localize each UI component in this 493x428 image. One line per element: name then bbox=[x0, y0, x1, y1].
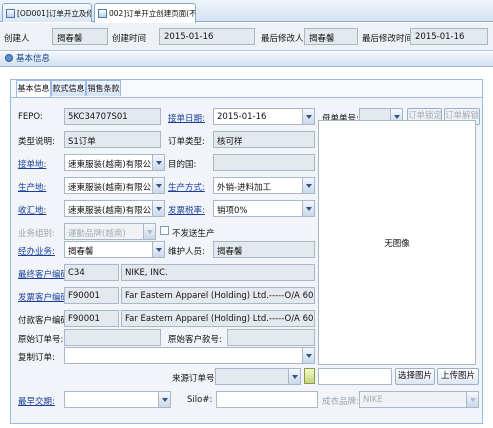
no-production-label: 不发送生产 bbox=[172, 229, 215, 239]
business-value: 運動品牌(越南) bbox=[68, 229, 126, 239]
no-production-checkbox[interactable] bbox=[160, 226, 169, 235]
record-info-header: 创建人 揭春馨 创建时间 2015-01-16 最后修改人 揭春馨 最后修改时间… bbox=[0, 23, 493, 51]
silo-label: Silo#: bbox=[187, 395, 213, 405]
modifier-field: 揭春馨 bbox=[304, 28, 358, 45]
modified-time-field: 2015-01-16 bbox=[410, 28, 488, 45]
prod-method-combo[interactable]: 外销-进料加工 bbox=[213, 177, 315, 194]
brand-label: 成衣品牌: bbox=[322, 397, 359, 407]
business-label: 业务组别: bbox=[18, 229, 55, 239]
chevron-down-icon[interactable] bbox=[288, 369, 300, 384]
type-label: 类型说明: bbox=[18, 137, 55, 147]
select-image-button[interactable]: 选择图片 bbox=[395, 368, 435, 385]
chevron-down-icon[interactable] bbox=[302, 348, 314, 363]
chevron-down-icon[interactable] bbox=[152, 178, 164, 193]
document-icon bbox=[98, 9, 107, 18]
image-preview: 无图像 bbox=[318, 120, 476, 365]
creator-field: 揭春馨 bbox=[52, 28, 108, 45]
chevron-down-icon[interactable] bbox=[143, 224, 155, 239]
receiver-value: 速東服装(越南)有限公司 bbox=[68, 160, 160, 170]
tab-basic-info[interactable]: 基本信息 bbox=[16, 80, 51, 97]
orig-order-label: 原始订单号: bbox=[18, 335, 64, 345]
type-field: S1订单 bbox=[64, 131, 161, 148]
window-tab-bar: [OD001]订单开立及修改 002]订单开立创建页面(不开放用 × bbox=[0, 0, 493, 23]
document-icon bbox=[6, 8, 15, 18]
pay-customer-name: Far Eastern Apparel (Holding) Ltd.-----O… bbox=[121, 310, 315, 327]
window-tab-order-create[interactable]: 002]订单开立创建页面(不开放用 × bbox=[94, 3, 196, 23]
order-date-label[interactable]: 接单日期: bbox=[168, 112, 205, 124]
silo-field[interactable] bbox=[216, 391, 318, 408]
image-path-field[interactable] bbox=[318, 368, 392, 385]
no-image-text: 无图像 bbox=[384, 238, 410, 249]
sales-label[interactable]: 经办业务: bbox=[18, 245, 55, 257]
final-customer-name: NIKE, INC. bbox=[121, 264, 315, 281]
production-label[interactable]: 生产地: bbox=[18, 181, 46, 193]
order-date-value: 2015-01-16 bbox=[217, 112, 267, 122]
invoice-customer-name: Far Eastern Apparel (Holding) Ltd.-----O… bbox=[121, 287, 315, 304]
chevron-down-icon[interactable] bbox=[302, 178, 314, 193]
orig-customer-label: 原始客户款号: bbox=[168, 335, 222, 345]
section-header[interactable]: 基本信息 bbox=[0, 52, 493, 67]
tab-sales-terms[interactable]: 销售条款 bbox=[86, 80, 121, 96]
created-time-field: 2015-01-16 bbox=[159, 28, 255, 45]
earliest-delivery-label[interactable]: 最早交期: bbox=[18, 395, 55, 407]
receiver-label[interactable]: 接单地: bbox=[18, 158, 46, 170]
source-order-label: 来源订单号: bbox=[172, 374, 218, 384]
prod-method-label[interactable]: 生产方式: bbox=[168, 181, 205, 193]
destination-label: 目的国: bbox=[168, 160, 197, 170]
chevron-down-icon[interactable] bbox=[158, 392, 170, 407]
calendar-dropdown-icon[interactable] bbox=[302, 109, 314, 124]
brand-combo[interactable]: NIKE bbox=[359, 391, 479, 408]
source-order-combo[interactable] bbox=[215, 368, 301, 385]
modified-time-label: 最后修改时间 bbox=[362, 34, 414, 44]
tab-style-info[interactable]: 款式信息 bbox=[51, 80, 86, 96]
brand-value: NIKE bbox=[363, 395, 383, 405]
order-type-label: 订单类型: bbox=[168, 137, 205, 147]
maintainer-label: 维护人员: bbox=[168, 247, 205, 257]
orig-order-field bbox=[64, 329, 161, 346]
window-tab-label: [OD001]订单开立及修改 bbox=[17, 8, 91, 18]
chevron-down-icon[interactable] bbox=[152, 155, 164, 170]
receiver-combo[interactable]: 速東服装(越南)有限公司 bbox=[64, 154, 165, 171]
orig-customer-field bbox=[227, 329, 315, 346]
window-tab-order-edit[interactable]: [OD001]订单开立及修改 bbox=[2, 3, 92, 22]
chevron-down-icon[interactable] bbox=[152, 242, 164, 257]
modifier-label: 最后修改人 bbox=[261, 34, 304, 44]
pay-customer-code: F90001 bbox=[64, 310, 119, 327]
sales-combo[interactable]: 揭春馨 bbox=[64, 241, 165, 258]
fepo-field: 5KC34707S01 bbox=[64, 108, 161, 125]
payee-value: 速東服装(越南)有限公司 bbox=[68, 206, 160, 216]
window-tab-label: 002]订单开立创建页面(不开放用 bbox=[109, 9, 196, 18]
copy-order-combo[interactable] bbox=[64, 347, 315, 364]
chevron-down-icon[interactable] bbox=[152, 201, 164, 216]
payee-label[interactable]: 收汇地: bbox=[18, 204, 46, 216]
upload-image-button[interactable]: 上传图片 bbox=[437, 368, 479, 385]
prod-method-value: 外销-进料加工 bbox=[217, 183, 272, 193]
fepo-label: FEPO: bbox=[18, 112, 43, 122]
copy-order-label: 复制订单: bbox=[18, 353, 55, 363]
payee-combo[interactable]: 速東服装(越南)有限公司 bbox=[64, 200, 165, 217]
production-value: 速東服装(越南)有限公司 bbox=[68, 183, 160, 193]
production-combo[interactable]: 速東服装(越南)有限公司 bbox=[64, 177, 165, 194]
tax-label[interactable]: 发票税率: bbox=[168, 204, 205, 216]
maintainer-field: 揭春馨 bbox=[213, 241, 315, 258]
invoice-customer-code: F90001 bbox=[64, 287, 119, 304]
collapse-icon[interactable] bbox=[5, 54, 13, 62]
tax-combo[interactable]: 销项0% bbox=[213, 200, 315, 217]
creator-label: 创建人 bbox=[4, 34, 30, 44]
attachment-icon[interactable] bbox=[304, 368, 315, 384]
final-customer-code: C34 bbox=[64, 264, 119, 281]
chevron-down-icon[interactable] bbox=[466, 392, 478, 407]
earliest-delivery-combo[interactable] bbox=[64, 391, 171, 408]
created-time-label: 创建时间 bbox=[112, 34, 147, 44]
order-type-field: 核可样 bbox=[213, 131, 315, 148]
sales-value: 揭春馨 bbox=[68, 247, 94, 257]
order-date-picker[interactable]: 2015-01-16 bbox=[213, 108, 315, 125]
destination-field bbox=[213, 154, 315, 171]
business-combo[interactable]: 運動品牌(越南) bbox=[64, 223, 156, 240]
chevron-down-icon[interactable] bbox=[302, 201, 314, 216]
section-title: 基本信息 bbox=[16, 54, 51, 64]
tax-value: 销项0% bbox=[217, 206, 248, 216]
